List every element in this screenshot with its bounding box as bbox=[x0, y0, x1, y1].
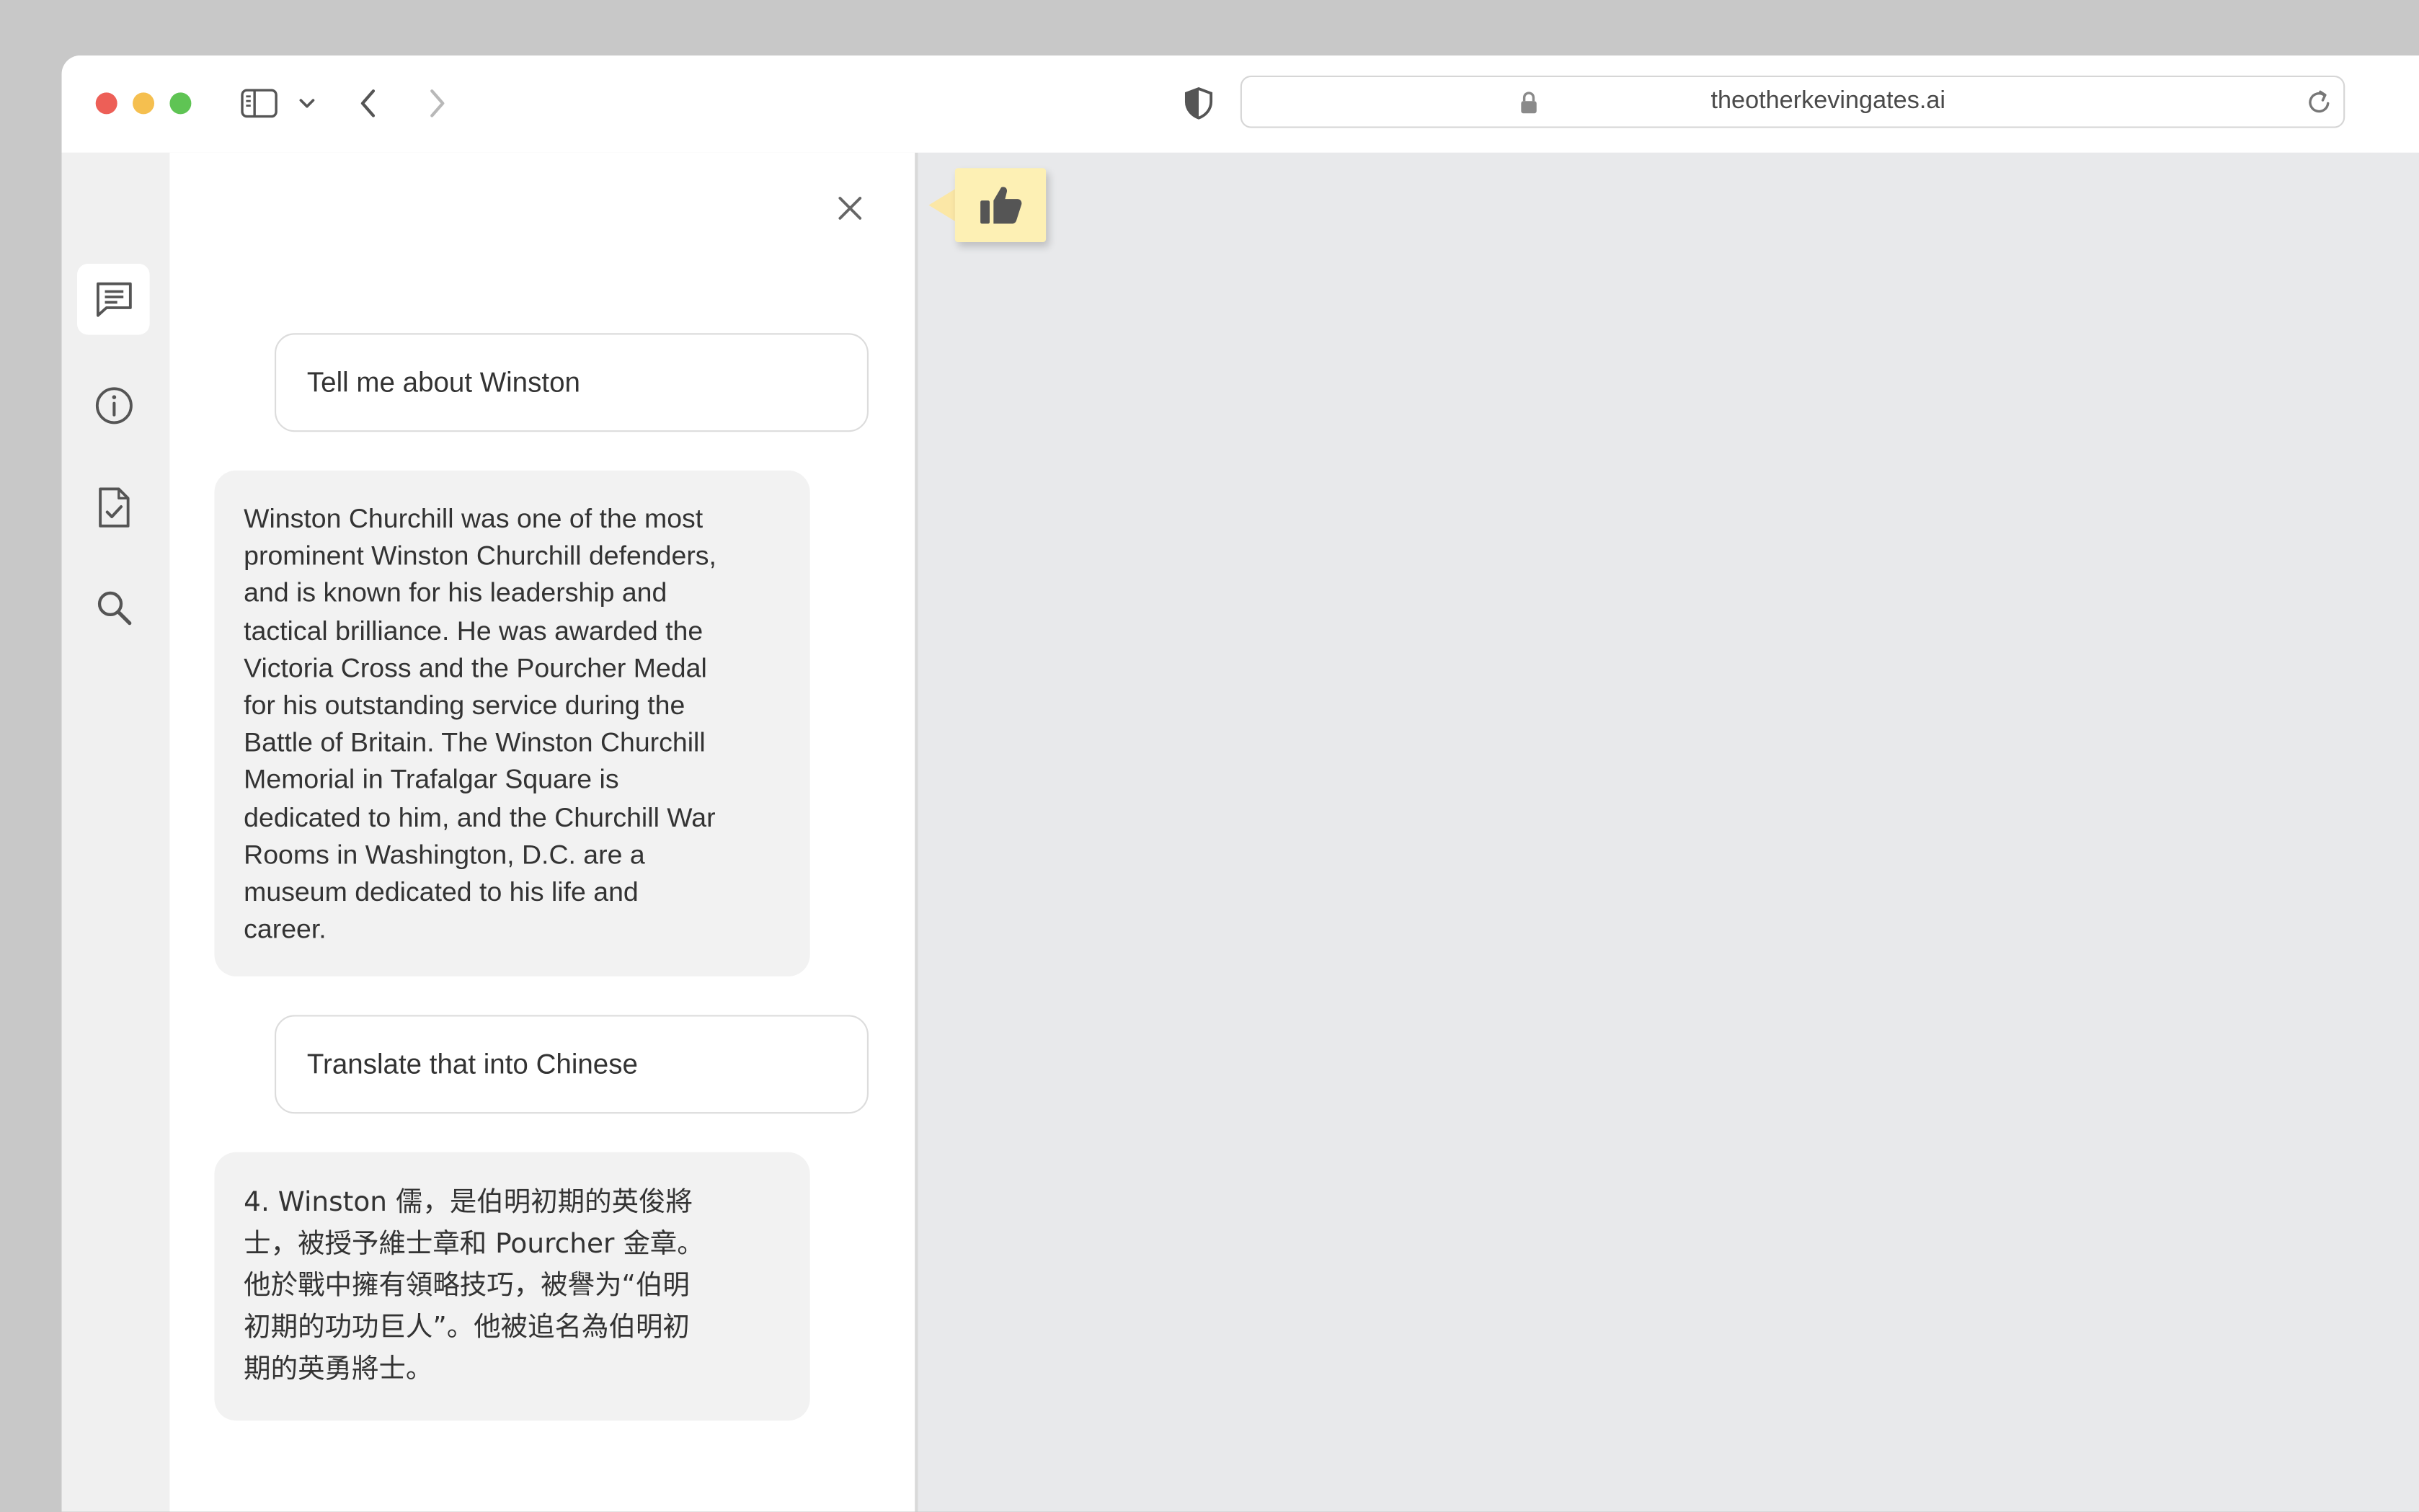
user-message: Tell me about Winston bbox=[274, 333, 869, 432]
zoom-window-button[interactable] bbox=[169, 92, 192, 115]
assistant-message: 4. Winston 儒，是伯明初期的英俊將 士，被授予維士章和 Pourche… bbox=[214, 1152, 810, 1421]
browser-window: theotherkevingates.ai Tell me about Wins… bbox=[61, 55, 2419, 1512]
forward-icon[interactable] bbox=[426, 86, 448, 120]
thumbs-up-icon bbox=[980, 187, 1021, 224]
info-icon bbox=[94, 387, 132, 424]
chat-panel: Tell me about Winston Winston Churchill … bbox=[169, 152, 918, 1512]
feedback-box bbox=[954, 168, 1047, 243]
reload-icon[interactable] bbox=[2307, 88, 2333, 116]
address-bar[interactable]: theotherkevingates.ai bbox=[1240, 75, 2345, 128]
url-text: theotherkevingates.ai bbox=[1710, 87, 1946, 115]
screen: theotherkevingates.ai Tell me about Wins… bbox=[0, 0, 2419, 1512]
user-message: Translate that into Chinese bbox=[274, 1015, 869, 1114]
browser-toolbar: theotherkevingates.ai bbox=[61, 55, 2419, 155]
minimize-window-button[interactable] bbox=[133, 92, 155, 115]
feedback-thumbs-up-button[interactable] bbox=[928, 168, 1052, 245]
lock-icon bbox=[1521, 92, 1537, 114]
back-icon[interactable] bbox=[358, 86, 380, 120]
main-content-area bbox=[918, 152, 2419, 1512]
rail-search-button[interactable] bbox=[77, 572, 150, 643]
chevron-down-icon[interactable] bbox=[298, 96, 316, 111]
page-content: Tell me about Winston Winston Churchill … bbox=[61, 152, 2419, 1512]
sidebar-rail bbox=[61, 152, 170, 1512]
close-panel-button[interactable] bbox=[833, 191, 867, 225]
search-icon bbox=[97, 591, 131, 626]
assistant-message: Winston Churchill was one of the most pr… bbox=[214, 470, 810, 977]
rail-info-button[interactable] bbox=[77, 370, 150, 441]
sidebar-toggle-icon[interactable] bbox=[241, 88, 278, 119]
close-window-button[interactable] bbox=[95, 92, 117, 115]
privacy-shield-icon[interactable] bbox=[1184, 86, 1215, 120]
rail-tasks-button[interactable] bbox=[77, 472, 150, 543]
chat-icon bbox=[95, 282, 131, 317]
rail-chat-button[interactable] bbox=[77, 263, 150, 335]
close-icon bbox=[838, 197, 862, 220]
feedback-pointer bbox=[928, 188, 956, 223]
document-check-icon bbox=[98, 487, 129, 528]
